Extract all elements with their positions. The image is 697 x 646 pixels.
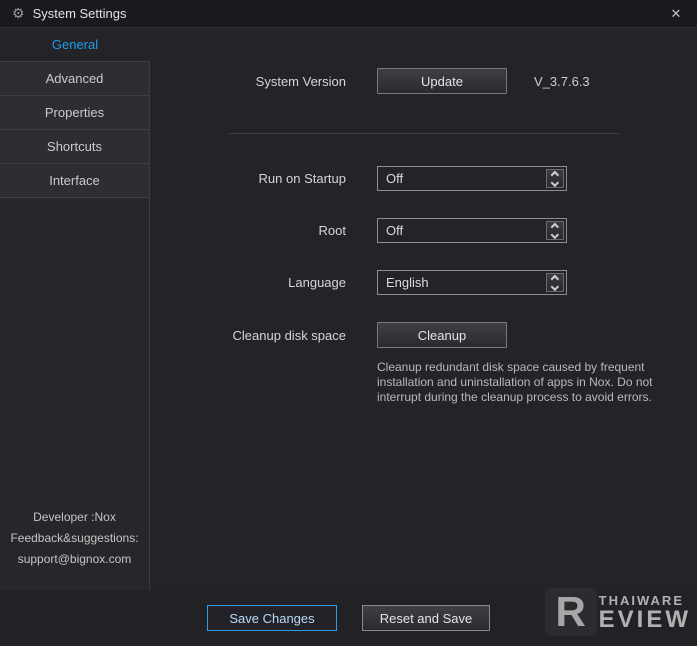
run-on-startup-select[interactable]: Off xyxy=(377,166,567,191)
language-select[interactable]: English xyxy=(377,270,567,295)
tab-general[interactable]: General xyxy=(0,28,150,62)
chevron-down-icon xyxy=(550,282,560,291)
language-value: English xyxy=(386,275,429,290)
chevron-up-icon xyxy=(550,170,560,179)
root-row: Root Off xyxy=(150,218,697,243)
language-label: Language xyxy=(288,275,346,290)
cleanup-row: Cleanup disk space Cleanup xyxy=(150,322,697,348)
spinner-icon[interactable] xyxy=(546,273,564,292)
tab-interface[interactable]: Interface xyxy=(0,164,149,198)
chevron-down-icon xyxy=(550,230,560,239)
titlebar: ⚙ System Settings ✕ xyxy=(0,0,697,28)
system-version-label: System Version xyxy=(255,73,346,89)
chevron-up-icon xyxy=(550,222,560,231)
tab-shortcuts[interactable]: Shortcuts xyxy=(0,130,149,164)
gear-icon: ⚙ xyxy=(12,5,25,21)
cleanup-description: Cleanup redundant disk space caused by f… xyxy=(377,360,653,404)
root-label: Root xyxy=(318,223,346,238)
run-on-startup-row: Run on Startup Off xyxy=(150,166,697,191)
support-email: support@bignox.com xyxy=(17,552,132,566)
save-changes-button[interactable]: Save Changes xyxy=(207,605,337,631)
cleanup-label: Cleanup disk space xyxy=(232,327,346,343)
root-select[interactable]: Off xyxy=(377,218,567,243)
chevron-up-icon xyxy=(550,274,560,283)
system-version-row: System Version Update V_3.7.6.3 xyxy=(150,68,697,94)
sidebar: General Advanced Properties Shortcuts In… xyxy=(0,28,150,590)
feedback-text: Feedback&suggestions: xyxy=(10,531,139,545)
settings-content: System Version Update V_3.7.6.3 Run on S… xyxy=(150,28,697,590)
bottom-bar: Save Changes Reset and Save xyxy=(0,590,697,646)
run-on-startup-label: Run on Startup xyxy=(258,171,346,186)
window-title: System Settings xyxy=(32,6,127,21)
spinner-icon[interactable] xyxy=(546,169,564,188)
update-button[interactable]: Update xyxy=(377,68,507,94)
developer-text: Developer :Nox xyxy=(33,510,116,524)
divider xyxy=(229,133,619,134)
sidebar-footer: Developer :Nox Feedback&suggestions: sup… xyxy=(0,507,149,570)
version-value: V_3.7.6.3 xyxy=(534,73,590,89)
chevron-down-icon xyxy=(550,178,560,187)
language-row: Language English xyxy=(150,270,697,295)
run-on-startup-value: Off xyxy=(386,171,404,186)
spinner-icon[interactable] xyxy=(546,221,564,240)
close-icon[interactable]: ✕ xyxy=(667,6,685,22)
reset-and-save-button[interactable]: Reset and Save xyxy=(362,605,490,631)
window-body: General Advanced Properties Shortcuts In… xyxy=(0,28,697,590)
tab-properties[interactable]: Properties xyxy=(0,96,149,130)
cleanup-button[interactable]: Cleanup xyxy=(377,322,507,348)
root-value: Off xyxy=(386,223,404,238)
tab-advanced[interactable]: Advanced xyxy=(0,62,149,96)
system-settings-window: ⚙ System Settings ✕ General Advanced Pro… xyxy=(0,0,697,646)
